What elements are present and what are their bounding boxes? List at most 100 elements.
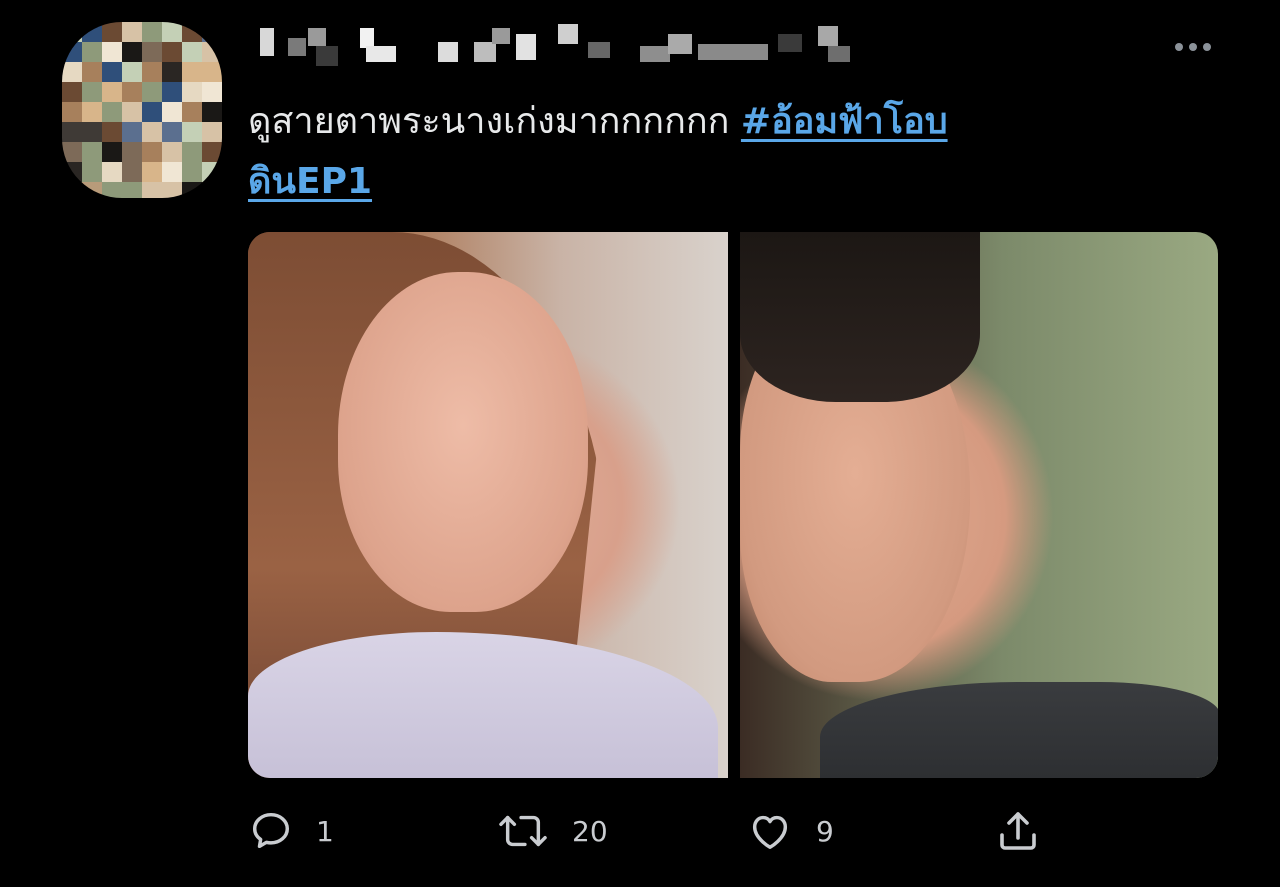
- avatar-pixel: [102, 62, 122, 82]
- avatar-pixel: [182, 182, 202, 198]
- name-pixel: [366, 46, 396, 62]
- avatar-pixel: [82, 142, 102, 162]
- avatar-pixel: [62, 162, 82, 182]
- avatar-pixel: [162, 22, 182, 42]
- avatar[interactable]: [62, 22, 222, 198]
- reply-count: 1: [316, 814, 334, 848]
- name-pixel: [828, 46, 850, 62]
- avatar-pixel: [62, 62, 82, 82]
- like-count: 9: [816, 814, 834, 848]
- tweet-media[interactable]: [248, 232, 1218, 778]
- avatar-pixel: [142, 42, 162, 62]
- avatar-pixel: [102, 162, 122, 182]
- avatar-pixel: [182, 142, 202, 162]
- avatar-pixel: [162, 102, 182, 122]
- reply-button[interactable]: 1: [248, 796, 334, 866]
- avatar-pixel: [82, 162, 102, 182]
- avatar-pixel: [162, 182, 182, 198]
- name-pixel: [260, 28, 274, 56]
- avatar-pixel: [202, 42, 222, 62]
- more-dot-icon: [1203, 43, 1211, 51]
- name-pixel: [308, 28, 326, 46]
- avatar-pixel: [82, 42, 102, 62]
- avatar-pixel: [202, 62, 222, 82]
- avatar-pixel: [142, 102, 162, 122]
- avatar-pixel: [142, 82, 162, 102]
- avatar-pixel: [62, 22, 82, 42]
- photo-left-woman[interactable]: [248, 232, 728, 778]
- avatar-pixel: [142, 142, 162, 162]
- avatar-pixel: [162, 122, 182, 142]
- avatar-pixel: [202, 82, 222, 102]
- avatar-pixel: [142, 22, 162, 42]
- avatar-pixel: [122, 182, 142, 198]
- photo-right-man[interactable]: [740, 232, 1218, 778]
- photo-face: [338, 272, 588, 612]
- avatar-pixel: [182, 42, 202, 62]
- avatar-pixel: [62, 142, 82, 162]
- avatar-pixel: [82, 82, 102, 102]
- share-button[interactable]: [994, 796, 1042, 866]
- name-pixel: [640, 46, 670, 62]
- avatar-pixel: [202, 142, 222, 162]
- avatar-pixel: [122, 22, 142, 42]
- photo-robe: [248, 632, 718, 778]
- name-pixel: [558, 24, 578, 44]
- more-dot-icon: [1189, 43, 1197, 51]
- avatar-pixel: [182, 162, 202, 182]
- name-pixel: [316, 46, 338, 66]
- avatar-pixel: [182, 102, 202, 122]
- avatar-pixel: [142, 122, 162, 142]
- retweet-count: 20: [572, 814, 608, 848]
- name-pixel: [438, 42, 458, 62]
- avatar-pixel: [202, 122, 222, 142]
- name-pixel: [474, 42, 496, 62]
- avatar-pixel: [182, 122, 202, 142]
- name-pixel: [360, 28, 374, 48]
- name-pixel: [818, 26, 838, 46]
- avatar-pixel: [82, 22, 102, 42]
- like-button[interactable]: 9: [746, 796, 834, 866]
- author-name-censored[interactable]: [248, 20, 888, 66]
- avatar-pixel: [62, 182, 82, 198]
- avatar-pixel: [122, 62, 142, 82]
- name-pixel: [668, 34, 692, 54]
- avatar-pixel: [82, 62, 102, 82]
- avatar-pixel: [62, 102, 82, 122]
- photo-shirt: [820, 682, 1218, 778]
- avatar-pixel: [102, 42, 122, 62]
- avatar-pixel: [162, 142, 182, 162]
- avatar-pixel: [102, 142, 122, 162]
- retweet-arrows-icon: [499, 815, 547, 847]
- heart-icon: [752, 815, 788, 850]
- avatar-pixel: [142, 182, 162, 198]
- avatar-pixel: [162, 82, 182, 102]
- avatar-pixel: [82, 182, 102, 198]
- avatar-pixel: [62, 82, 82, 102]
- tweet-body-text: ดูสายตาพระนางเก่งมากกกกกก: [248, 101, 741, 142]
- more-dot-icon: [1175, 43, 1183, 51]
- avatar-pixel: [182, 82, 202, 102]
- avatar-pixel: [62, 122, 82, 142]
- avatar-pixel: [202, 182, 222, 198]
- avatar-pixel: [102, 182, 122, 198]
- avatar-pixel: [82, 102, 102, 122]
- avatar-pixel: [122, 162, 142, 182]
- hashtag-line-2: ดินEP1: [248, 161, 373, 202]
- avatar-pixel: [122, 122, 142, 142]
- avatar-pixel: [122, 82, 142, 102]
- avatar-pixel: [102, 22, 122, 42]
- avatar-pixel: [202, 102, 222, 122]
- avatar-pixel: [162, 62, 182, 82]
- avatar-pixel: [202, 162, 222, 182]
- avatar-pixel: [102, 82, 122, 102]
- media-divider: [728, 232, 740, 778]
- name-pixel: [778, 34, 802, 52]
- avatar-pixel: [202, 22, 222, 42]
- retweet-button[interactable]: 20: [496, 796, 608, 866]
- avatar-pixel: [142, 62, 162, 82]
- avatar-pixel: [162, 162, 182, 182]
- avatar-pixel: [142, 162, 162, 182]
- more-options-button[interactable]: [1168, 34, 1218, 60]
- avatar-pixel: [102, 122, 122, 142]
